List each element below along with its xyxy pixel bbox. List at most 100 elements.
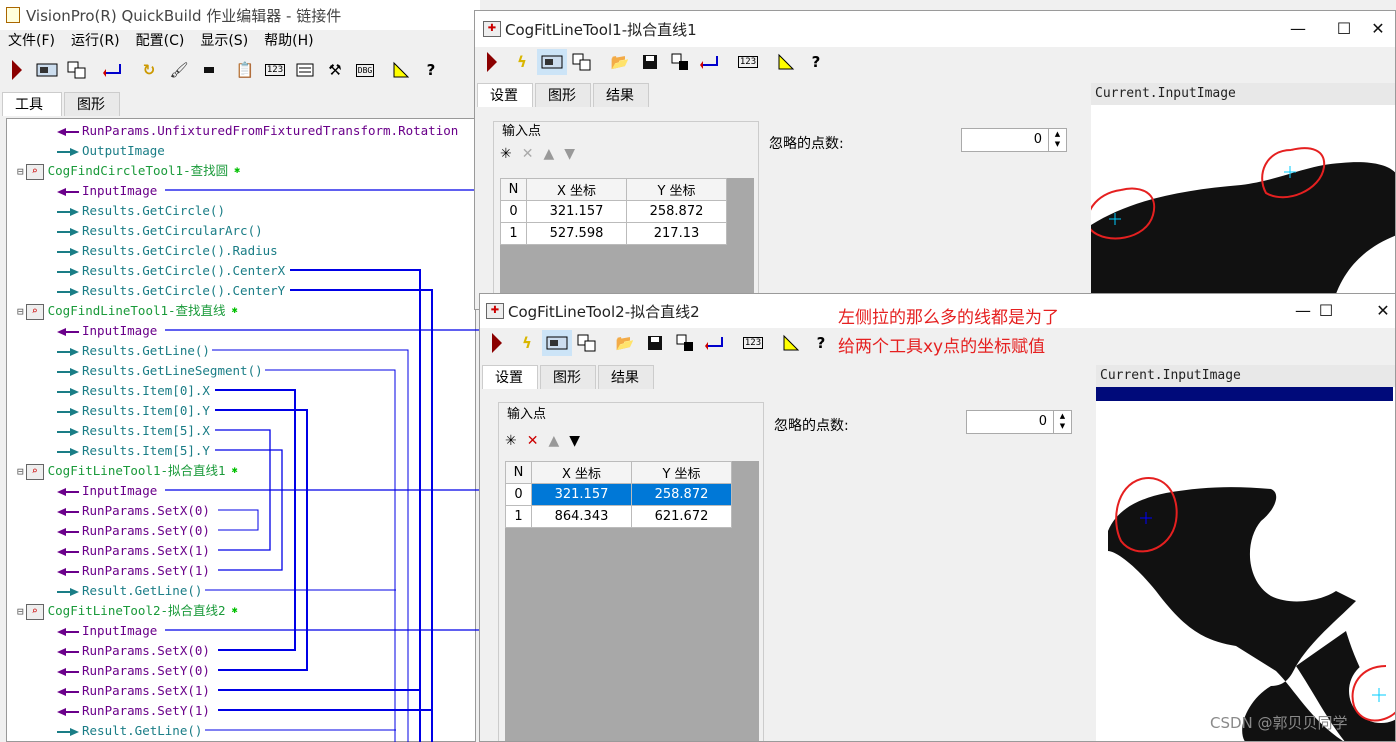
table-row[interactable]: 1 864.343 621.672	[505, 505, 732, 528]
table-row[interactable]: 1 527.598 217.13	[500, 222, 727, 245]
move-down-icon[interactable]: ▼	[569, 433, 580, 449]
cell-x[interactable]: 321.157	[531, 483, 632, 506]
cell-n: 1	[500, 222, 527, 245]
help-icon[interactable]: ?	[801, 49, 831, 75]
layout-icon[interactable]	[567, 49, 597, 75]
image-label: Current.InputImage	[1091, 83, 1395, 105]
image-scrollbar[interactable]	[1096, 387, 1393, 401]
cell-y[interactable]: 217.13	[626, 222, 727, 245]
ignore-count-input[interactable]: 0 ▲ ▼	[966, 410, 1072, 434]
ignore-count-label: 忽略的点数:	[769, 136, 844, 152]
add-point-icon[interactable]: ✳	[500, 146, 512, 162]
cell-x[interactable]: 321.157	[526, 200, 627, 223]
image-display[interactable]: Current.InputImage	[1091, 83, 1395, 309]
points-table: NX 坐标 Y 坐标 0 321.157 258.872 1 864.343 621.67…	[505, 461, 732, 528]
copy-icon[interactable]	[665, 49, 695, 75]
link-line	[215, 389, 296, 651]
table-row[interactable]: 0 321.157 258.872	[500, 200, 727, 223]
points-grid: NX 坐标 Y 坐标 0 321.157 258.872 1 527.598 217.13	[500, 178, 754, 309]
open-folder-icon[interactable]: 📂	[605, 49, 635, 75]
close-button[interactable]: ✕	[1360, 294, 1395, 328]
image-display[interactable]: Current.InputImage	[1096, 365, 1395, 741]
fitline2-window: ✚ CogFitLineTool2-拟合直线2 — ☐ ✕ ϟ 📂 123 ? …	[479, 293, 1396, 742]
link-line	[265, 369, 396, 742]
lightning-icon[interactable]: ϟ	[507, 49, 537, 75]
spin-arrows-icon[interactable]: ▲ ▼	[1048, 129, 1066, 151]
close-button[interactable]: ✕	[1355, 11, 1395, 47]
numeric-icon[interactable]: 123	[738, 330, 768, 356]
cell-x[interactable]: 864.343	[531, 505, 632, 528]
run-icon[interactable]	[477, 49, 507, 75]
table-row[interactable]: 0 321.157 258.872	[505, 483, 732, 506]
link-icon[interactable]	[700, 330, 730, 356]
col-x: X 坐标	[526, 178, 627, 201]
open-folder-icon[interactable]: 📂	[610, 330, 640, 356]
maximize-button[interactable]: ☐	[1303, 294, 1349, 328]
cell-n: 1	[505, 505, 532, 528]
ignore-count-input[interactable]: 0 ▲ ▼	[961, 128, 1067, 152]
spin-arrows-icon[interactable]: ▲ ▼	[1053, 411, 1071, 433]
points-toolbar: ✳ ✕ ▲ ▼	[505, 433, 580, 449]
col-n: N	[500, 178, 527, 201]
tool-icon: ✚	[486, 303, 504, 319]
annotation-line-2: 给两个工具xy点的坐标赋值	[838, 337, 1046, 357]
fitline1-toolbar: ϟ 📂 123 ?	[477, 49, 831, 75]
tab-graphics[interactable]: 图形	[540, 365, 596, 389]
display-icon[interactable]	[537, 49, 567, 75]
lightning-icon[interactable]: ϟ	[512, 330, 542, 356]
move-down-icon[interactable]: ▼	[564, 146, 575, 162]
link-line	[290, 289, 433, 742]
copy-icon[interactable]	[670, 330, 700, 356]
delete-point-icon[interactable]: ✕	[527, 433, 539, 449]
tab-graphics[interactable]: 图形	[535, 83, 591, 107]
delete-point-icon[interactable]: ✕	[522, 146, 534, 162]
measure-icon[interactable]	[776, 330, 806, 356]
tab-results[interactable]: 结果	[593, 83, 649, 107]
minimize-button[interactable]: —	[1275, 11, 1321, 47]
fitline2-toolbar: ϟ 📂 123 ?	[482, 330, 836, 356]
tab-settings[interactable]: 设置	[477, 83, 533, 107]
image-label: Current.InputImage	[1096, 365, 1395, 387]
col-x: X 坐标	[531, 461, 632, 484]
input-points-group: 输入点 ✳ ✕ ▲ ▼ NX 坐标 Y 坐标 0 321.157 258.872 15…	[493, 121, 759, 309]
numeric-icon[interactable]: 123	[733, 49, 763, 75]
tool-icon: ✚	[483, 21, 501, 37]
cell-x[interactable]: 527.598	[526, 222, 627, 245]
fitline1-title: CogFitLineTool1-拟合直线1	[505, 20, 697, 39]
save-icon[interactable]	[640, 330, 670, 356]
ignore-count-value: 0	[1033, 132, 1042, 147]
layout-icon[interactable]	[572, 330, 602, 356]
tab-results[interactable]: 结果	[598, 365, 654, 389]
fitline1-tabs: 设置 图形 结果	[477, 83, 651, 107]
link-icon[interactable]	[695, 49, 725, 75]
cell-y[interactable]: 258.872	[626, 200, 727, 223]
input-points-group: 输入点 ✳ ✕ ▲ ▼ NX 坐标 Y 坐标 0 321.157 258.872 18…	[498, 402, 764, 741]
display-icon[interactable]	[542, 330, 572, 356]
fitline2-title: CogFitLineTool2-拟合直线2	[508, 302, 700, 321]
link-line	[215, 409, 308, 671]
cell-n: 0	[505, 483, 532, 506]
annotation-line-1: 左侧拉的那么多的线都是为了	[838, 308, 1059, 328]
tab-settings[interactable]: 设置	[482, 365, 538, 389]
part-image	[1091, 147, 1395, 309]
link-line	[218, 509, 259, 531]
cell-y[interactable]: 258.872	[631, 483, 732, 506]
points-toolbar: ✳ ✕ ▲ ▼	[500, 146, 575, 162]
save-icon[interactable]	[635, 49, 665, 75]
points-table: NX 坐标 Y 坐标 0 321.157 258.872 1 527.598 217.13	[500, 178, 727, 245]
help-icon[interactable]: ?	[806, 330, 836, 356]
cell-n: 0	[500, 200, 527, 223]
add-point-icon[interactable]: ✳	[505, 433, 517, 449]
col-y: Y 坐标	[631, 461, 732, 484]
col-n: N	[505, 461, 532, 484]
measure-icon[interactable]	[771, 49, 801, 75]
col-y: Y 坐标	[626, 178, 727, 201]
fitline2-tabs: 设置 图形 结果	[482, 365, 656, 389]
move-up-icon[interactable]: ▲	[548, 433, 559, 449]
link-line	[212, 349, 409, 742]
move-up-icon[interactable]: ▲	[543, 146, 554, 162]
cell-y[interactable]: 621.672	[631, 505, 732, 528]
points-grid: NX 坐标 Y 坐标 0 321.157 258.872 1 864.343 621.67…	[505, 461, 759, 741]
run-icon[interactable]	[482, 330, 512, 356]
link-line	[290, 269, 421, 742]
